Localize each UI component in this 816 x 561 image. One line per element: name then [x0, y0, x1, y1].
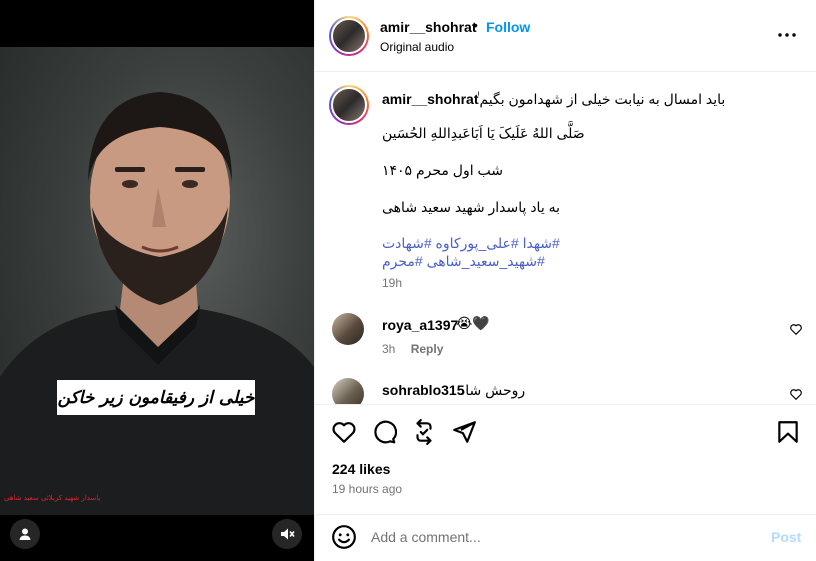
audio-link[interactable]: Original audio	[380, 40, 454, 54]
post-details-panel: amir__shohrat • Follow Original audio am…	[314, 0, 816, 561]
repost-icon[interactable]	[411, 419, 437, 445]
comments-scroll-area[interactable]: amir__shohrat باید امسال به نیابت خیلی ا…	[315, 73, 816, 404]
comment-avatar[interactable]	[332, 313, 364, 345]
heart-icon[interactable]	[331, 419, 357, 445]
mute-toggle-button[interactable]	[272, 519, 302, 549]
comment-username[interactable]: roya_a1397	[382, 317, 458, 333]
post-timestamp[interactable]: 19 hours ago	[332, 482, 402, 496]
emoji-icon[interactable]	[331, 524, 357, 550]
send-icon[interactable]	[451, 419, 477, 445]
author-username[interactable]: amir__shohrat	[380, 19, 476, 35]
caption-author-username[interactable]: amir__shohrat	[382, 91, 478, 107]
comment-like-icon[interactable]	[789, 322, 803, 336]
user-tag-icon	[19, 528, 31, 540]
bookmark-icon[interactable]	[775, 419, 801, 445]
comment-avatar[interactable]	[332, 378, 364, 404]
separator-dot: •	[473, 17, 478, 33]
comment-input[interactable]	[371, 525, 751, 549]
corner-watermark-text: پاسدار شهید کربلائی سعید شاهی	[4, 494, 101, 502]
overlay-caption: خیلی از رفیقامون زیر خاکن	[57, 380, 255, 415]
post-comment-button[interactable]: Post	[771, 529, 801, 545]
caption-line-4: به یاد پاسدار شهید سعید شاهی	[382, 199, 561, 215]
hashtags-line-2[interactable]: #شهید_سعید_شاهی #محرم	[382, 253, 545, 270]
comment-meta: 3h Reply	[382, 342, 443, 356]
likes-count[interactable]: 224 likes	[332, 461, 390, 477]
post-header: amir__shohrat • Follow Original audio	[315, 0, 816, 72]
hashtags-line-1[interactable]: #شهدا #علی_پورکاوه #شهادت	[382, 235, 560, 252]
caption-author-avatar[interactable]	[329, 85, 369, 125]
caption-line-2: صَلَّی اللهُ عَلَیکَ یَا اَبَاعَبدِاللهِ…	[382, 125, 585, 141]
post-photo	[0, 47, 314, 515]
comment-icon[interactable]	[371, 419, 397, 445]
add-comment-bar: Post	[315, 514, 816, 561]
media-viewer[interactable]: خیلی از رفیقامون زیر خاکن پاسدار شهید کر…	[0, 0, 314, 561]
comment-username[interactable]: sohrablo315	[382, 382, 464, 398]
tagged-users-button[interactable]	[10, 519, 40, 549]
caption-time[interactable]: 19h	[382, 276, 402, 290]
more-horizontal-icon	[778, 33, 796, 37]
caption-line-3: شب اول محرم ۱۴۰۵	[382, 162, 503, 178]
reply-button[interactable]: Reply	[411, 342, 444, 356]
author-avatar[interactable]	[329, 16, 369, 56]
comment-time[interactable]: 3h	[382, 342, 395, 356]
post-actions: 224 likes 19 hours ago	[315, 404, 816, 514]
muted-speaker-icon	[281, 528, 295, 540]
comment-text: 😭🖤	[456, 315, 490, 331]
comment-text: روحش شاد	[459, 382, 526, 398]
comment-like-icon[interactable]	[789, 387, 803, 401]
follow-button[interactable]: Follow	[486, 19, 530, 35]
caption-line-1: باید امسال به نیابت خیلی از شهدامون بگیم…	[475, 91, 726, 107]
more-options-button[interactable]	[775, 23, 799, 47]
